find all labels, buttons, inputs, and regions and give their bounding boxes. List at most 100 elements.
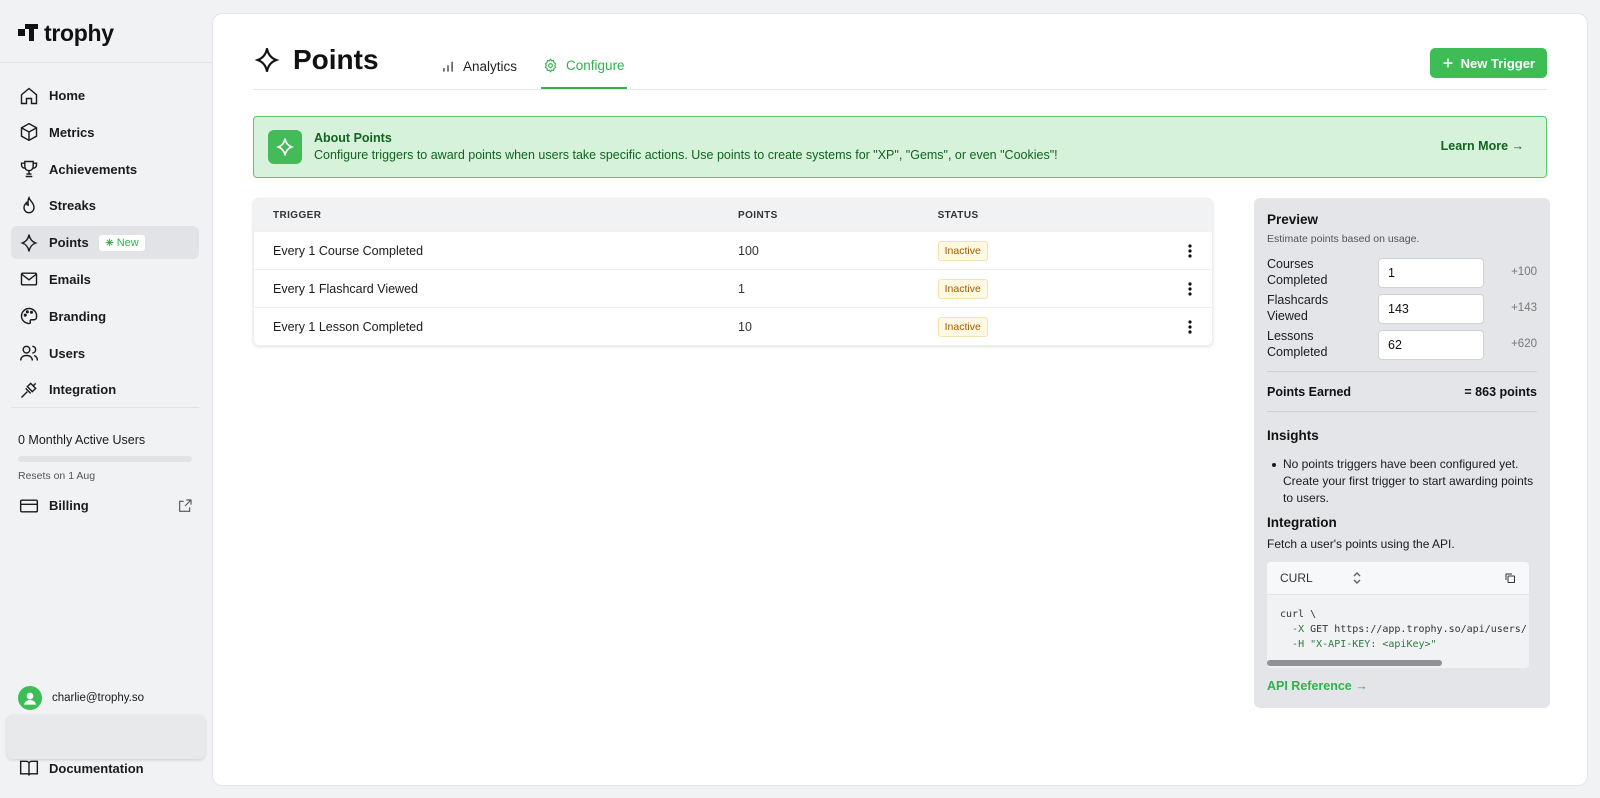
- sidebar-item-billing[interactable]: Billing: [11, 489, 199, 522]
- row-menu-button[interactable]: [1181, 280, 1199, 298]
- flame-icon: [23, 195, 35, 214]
- trigger-name: Every 1 Flashcard Viewed: [273, 281, 418, 296]
- new-trigger-button[interactable]: New Trigger: [1429, 48, 1547, 78]
- trophy-icon: [20, 160, 38, 178]
- api-reference-link[interactable]: API Reference →: [1267, 679, 1368, 693]
- status-badge: Inactive: [937, 278, 988, 299]
- divider: [1267, 411, 1537, 412]
- user-menu-card[interactable]: [7, 715, 205, 759]
- brand-logo[interactable]: trophy: [18, 20, 114, 47]
- user-avatar-icon: [24, 692, 36, 705]
- row-menu-button[interactable]: [1181, 318, 1199, 336]
- documentation-link[interactable]: Documentation: [11, 756, 199, 780]
- sidebar-item-documentation[interactable]: Documentation: [11, 756, 199, 780]
- sidebar-item-label: Documentation: [49, 760, 144, 776]
- status-badge: Inactive: [937, 240, 988, 261]
- header-divider: [253, 89, 1547, 90]
- flashcards-viewed-input[interactable]: [1378, 294, 1484, 324]
- code-snippet: CURL curl \ -X GET https://app.trophy.so…: [1267, 562, 1529, 668]
- integration-title: Integration: [1267, 515, 1337, 530]
- preview-label: Flashcards Viewed: [1267, 293, 1329, 323]
- sidebar-item-label: Billing: [49, 498, 89, 513]
- avatar: [18, 686, 42, 710]
- preview-row-courses: Courses Completed +100: [1267, 257, 1537, 288]
- trigger-points: 10: [738, 319, 752, 334]
- tab-analytics[interactable]: Analytics: [439, 52, 519, 89]
- billing-link[interactable]: Billing: [11, 489, 199, 522]
- code-line: "X-API-KEY: <apiKey>": [1304, 639, 1437, 650]
- trigger-points: 100: [738, 243, 759, 258]
- code-line: GET https://app.trophy.so/api/users/: [1304, 624, 1527, 635]
- preview-label: Lessons Completed: [1267, 329, 1328, 359]
- page-header: Points: [253, 44, 379, 76]
- sidebar-item-label: Users: [49, 345, 86, 361]
- tab-configure[interactable]: Configure: [541, 52, 627, 89]
- tab-bar: Analytics Configure: [439, 52, 649, 89]
- more-vertical-icon: [1187, 243, 1192, 258]
- sidebar-item-branding[interactable]: Branding: [11, 300, 199, 333]
- mau-progress-bar: [18, 456, 192, 462]
- sidebar-item-users[interactable]: Users: [11, 337, 199, 370]
- insight-item: No points triggers have been configured …: [1270, 456, 1535, 507]
- lessons-completed-input[interactable]: [1378, 330, 1484, 360]
- horizontal-scrollbar[interactable]: [1267, 660, 1442, 666]
- preview-result: +620: [1511, 338, 1537, 350]
- copy-icon[interactable]: [1504, 572, 1516, 584]
- user-account[interactable]: charlie@trophy.so: [18, 686, 144, 710]
- sidebar-item-achievements[interactable]: Achievements: [11, 153, 199, 186]
- preview-title: Preview: [1267, 212, 1319, 227]
- gear-icon: [544, 58, 557, 73]
- brand-name: trophy: [44, 20, 114, 46]
- monthly-active-users: 0 Monthly Active Users: [18, 433, 146, 447]
- column-header-points[interactable]: POINTS: [738, 210, 938, 221]
- new-badge-label: New: [116, 236, 139, 249]
- sidebar-item-label: Home: [49, 88, 86, 103]
- column-header-status[interactable]: STATUS: [938, 210, 1168, 221]
- about-points-banner: About Points Configure triggers to award…: [253, 116, 1547, 178]
- sidebar-item-integration[interactable]: Integration: [11, 373, 199, 406]
- tab-label: Analytics: [463, 59, 518, 74]
- sparkle-icon: [20, 234, 38, 252]
- learn-more-link[interactable]: Learn More →: [1441, 139, 1524, 153]
- table-row[interactable]: Every 1 Lesson Completed 10 Inactive: [254, 307, 1212, 345]
- courses-completed-input[interactable]: [1378, 258, 1484, 288]
- more-vertical-icon: [1187, 281, 1192, 296]
- sidebar: trophy Home Metrics Achievements Streaks…: [0, 0, 212, 798]
- sidebar-item-emails[interactable]: Emails: [11, 263, 199, 296]
- trigger-name: Every 1 Lesson Completed: [273, 319, 424, 334]
- sidebar-item-streaks[interactable]: Streaks: [11, 189, 199, 222]
- preview-subtitle: Estimate points based on usage.: [1267, 233, 1420, 245]
- bar-chart-icon: [443, 61, 453, 72]
- row-menu-button[interactable]: [1181, 242, 1199, 260]
- divider: [0, 62, 212, 63]
- sidebar-item-label: Points: [49, 235, 89, 251]
- sidebar-item-metrics[interactable]: Metrics: [11, 116, 199, 149]
- sidebar-item-label: Emails: [49, 271, 91, 287]
- table-row[interactable]: Every 1 Course Completed 100 Inactive: [254, 231, 1212, 269]
- column-header-trigger[interactable]: TRIGGER: [254, 210, 738, 221]
- sidebar-item-label: Integration: [49, 382, 117, 398]
- sidebar-item-home[interactable]: Home: [11, 79, 199, 112]
- cube-icon: [20, 123, 38, 142]
- sparkle-icon: [105, 238, 113, 247]
- preview-panel: Preview Estimate points based on usage. …: [1254, 198, 1550, 708]
- banner-description: Configure triggers to award points when …: [314, 148, 1058, 162]
- points-earned-label: Points Earned: [1267, 385, 1352, 399]
- users-icon: [19, 345, 39, 361]
- code-body: curl \ -X GET https://app.trophy.so/api/…: [1267, 595, 1529, 664]
- new-trigger-label: New Trigger: [1460, 55, 1535, 71]
- sidebar-item-label: Streaks: [49, 198, 96, 214]
- banner-icon-box: [268, 130, 302, 164]
- code-flag: -X: [1292, 624, 1305, 635]
- table-row[interactable]: Every 1 Flashcard Viewed 1 Inactive: [254, 269, 1212, 307]
- language-select[interactable]: CURL: [1280, 571, 1313, 585]
- sparkle-icon: [254, 48, 280, 72]
- preview-row-lessons: Lessons Completed +620: [1267, 329, 1537, 360]
- divider: [11, 407, 199, 408]
- triggers-table: TRIGGER POINTS STATUS Every 1 Course Com…: [253, 198, 1213, 346]
- mail-icon: [20, 272, 38, 287]
- chevron-up-down-icon[interactable]: [1351, 571, 1363, 585]
- sidebar-item-points[interactable]: Points New: [11, 226, 199, 260]
- table-header: TRIGGER POINTS STATUS: [254, 199, 1212, 231]
- status-badge: Inactive: [937, 316, 988, 337]
